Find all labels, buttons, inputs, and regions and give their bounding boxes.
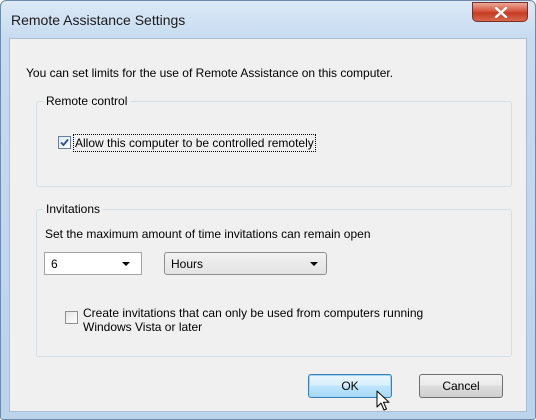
cancel-button[interactable]: Cancel — [419, 374, 503, 398]
close-icon — [494, 7, 508, 18]
vista-only-label-line1[interactable]: Create invitations that can only be used… — [83, 306, 423, 320]
vista-only-label-line2[interactable]: Windows Vista or later — [83, 320, 202, 334]
duration-unit-value: Hours — [171, 257, 204, 271]
mouse-pointer-icon — [376, 390, 390, 411]
chevron-down-icon — [122, 262, 130, 266]
chevron-down-icon — [310, 262, 318, 266]
allow-remote-control-label[interactable]: Allow this computer to be controlled rem… — [73, 134, 316, 152]
dialog-client-area: You can set limits for the use of Remote… — [9, 38, 527, 412]
checkmark-icon — [60, 138, 69, 147]
allow-remote-control-checkbox[interactable] — [58, 136, 71, 149]
dialog-window: Remote Assistance Settings You can set l… — [0, 0, 536, 420]
vista-only-checkbox[interactable] — [65, 311, 78, 324]
intro-text: You can set limits for the use of Remote… — [26, 66, 394, 80]
remote-control-legend: Remote control — [43, 94, 131, 108]
duration-amount-value: 6 — [51, 257, 58, 271]
invitations-group: Invitations Set the maximum amount of ti… — [36, 202, 512, 357]
duration-label: Set the maximum amount of time invitatio… — [45, 227, 371, 241]
duration-amount-select[interactable]: 6 — [44, 252, 142, 275]
duration-unit-select[interactable]: Hours — [164, 252, 327, 275]
window-title: Remote Assistance Settings — [11, 12, 186, 28]
title-bar[interactable]: Remote Assistance Settings — [1, 1, 535, 37]
remote-control-group: Remote control Allow this computer to be… — [36, 94, 512, 187]
close-button[interactable] — [472, 2, 528, 22]
invitations-legend: Invitations — [43, 202, 104, 216]
